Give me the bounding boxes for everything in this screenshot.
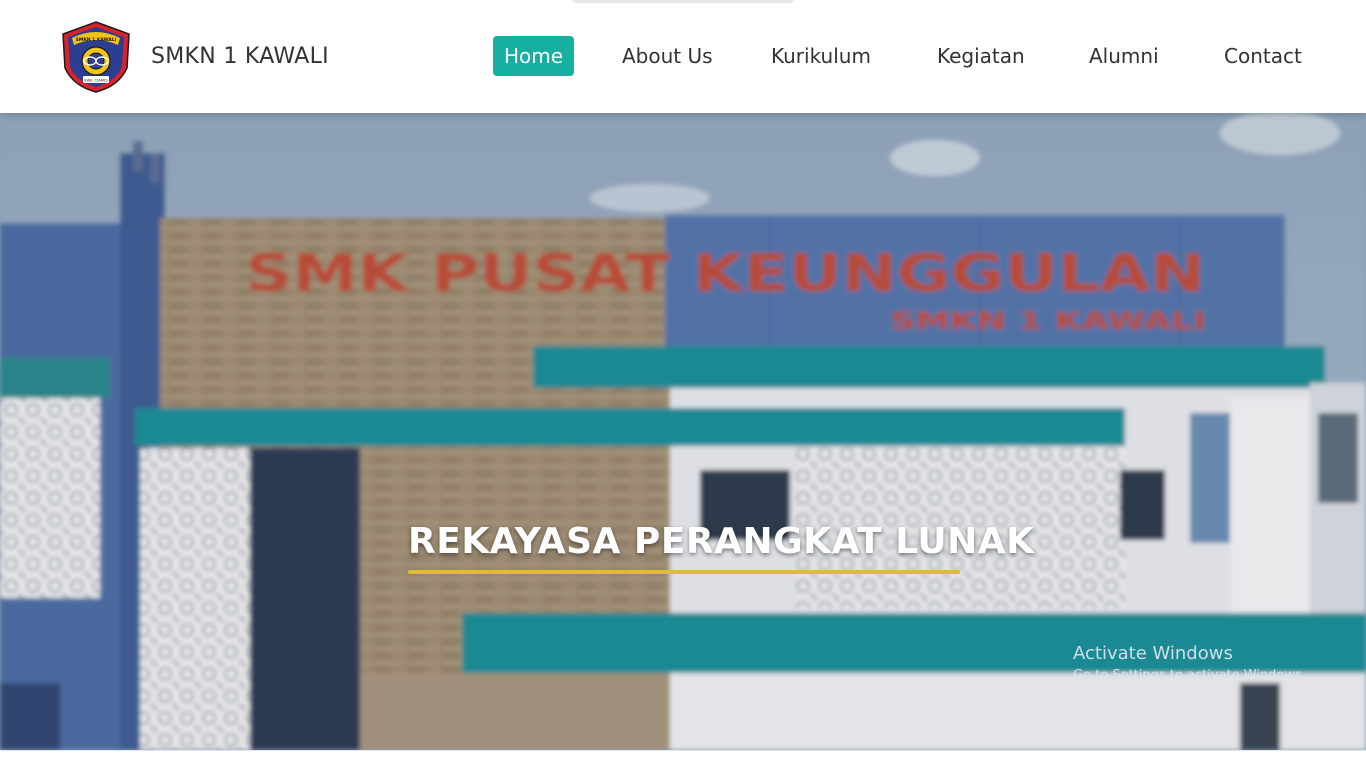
logo-text-bottom: KAB. CIAMIS [84, 78, 108, 83]
nav-item-alumni[interactable]: Alumni [1089, 36, 1159, 76]
hero-title: REKAYASA PERANGKAT LUNAK [408, 521, 1035, 562]
nav-item-contact[interactable]: Contact [1224, 36, 1302, 76]
watermark-title: Activate Windows [1073, 643, 1233, 664]
nav-item-about-us[interactable]: About Us [622, 36, 713, 76]
main-nav: Home About Us Kurikulum Kegiatan Alumni … [0, 36, 1366, 76]
site-header: SMKN 1 KAWALI KAB. CIAMIS SMKN 1 KAWALI … [0, 0, 1366, 113]
activate-windows-watermark: Activate Windows Go to Settings to activ… [1073, 643, 1306, 683]
nav-item-home[interactable]: Home [493, 36, 575, 76]
top-handle [572, 0, 794, 3]
hero-title-underline [408, 570, 960, 574]
watermark-subtitle: Go to Settings to activate Windows. [1073, 668, 1306, 683]
nav-item-kurikulum[interactable]: Kurikulum [771, 36, 871, 76]
nav-item-kegiatan[interactable]: Kegiatan [937, 36, 1025, 76]
page-bottom-edge [0, 750, 1366, 768]
